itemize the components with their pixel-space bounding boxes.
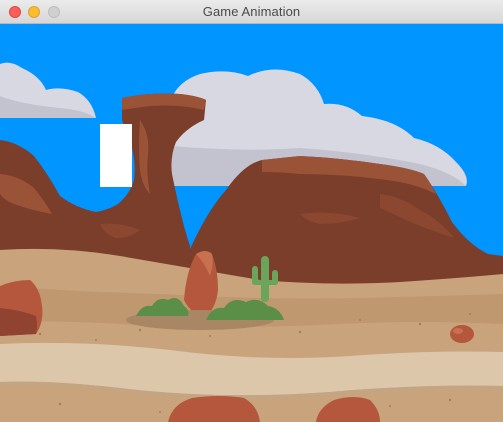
player-sprite <box>100 124 132 187</box>
window-title: Game Animation <box>202 4 301 19</box>
game-canvas[interactable] <box>0 24 503 422</box>
game-window: Game Animation <box>0 0 503 422</box>
desert-scene <box>0 24 503 422</box>
rock-left <box>0 280 43 336</box>
rock-small-right <box>450 325 474 343</box>
title-bar[interactable]: Game Animation <box>0 0 503 24</box>
